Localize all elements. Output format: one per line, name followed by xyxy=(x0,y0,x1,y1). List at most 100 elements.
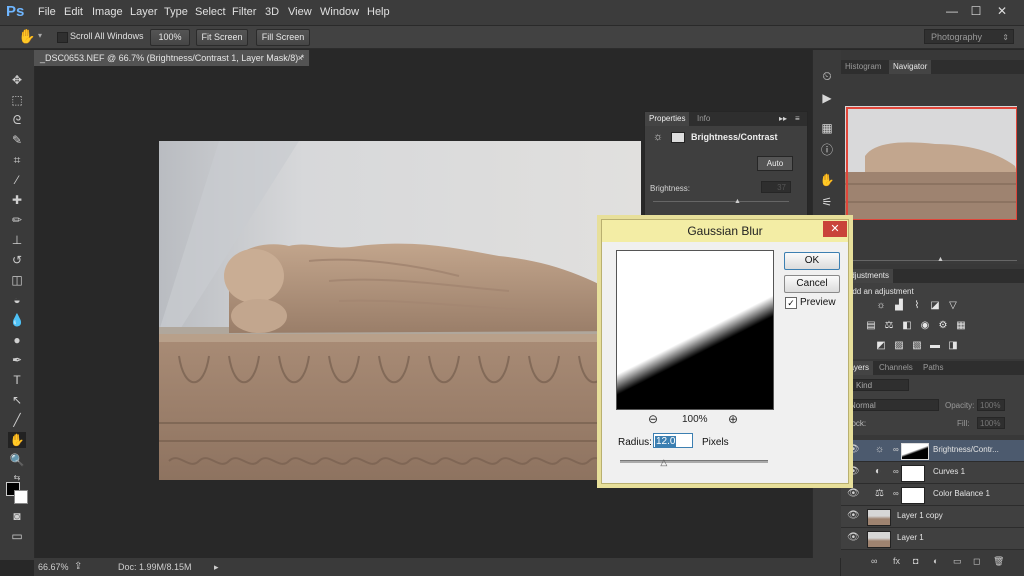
minimize-button[interactable]: — xyxy=(940,2,964,20)
threshold-adj-icon[interactable]: ▧ xyxy=(911,340,923,352)
lasso-tool-icon[interactable]: ᘓ xyxy=(8,112,26,128)
fx-icon[interactable]: fx xyxy=(893,556,900,566)
navigator-zoom-thumb[interactable]: ▲ xyxy=(937,256,944,263)
hand-tool-icon[interactable]: ✋ xyxy=(8,432,26,448)
workspace-select[interactable]: Photography ⇕ xyxy=(924,29,1014,44)
layer-mask-thumbnail[interactable] xyxy=(901,487,925,504)
new-group-icon[interactable]: ▭ xyxy=(953,556,962,567)
radius-slider-track[interactable] xyxy=(620,460,768,463)
tab-histogram[interactable]: Histogram xyxy=(841,60,885,74)
menu-file[interactable]: File xyxy=(38,6,56,18)
brush-icon[interactable]: ⚟ xyxy=(819,194,835,210)
exposure-adj-icon[interactable]: ◪ xyxy=(929,300,941,312)
screen-mode-icon[interactable]: ▭ xyxy=(8,528,26,544)
menu-edit[interactable]: Edit xyxy=(64,6,83,18)
menu-view[interactable]: View xyxy=(288,6,312,18)
navigator-zoom-slider[interactable] xyxy=(845,260,1017,261)
bw-adj-icon[interactable]: ◧ xyxy=(901,320,913,332)
brightness-slider-thumb[interactable]: ▲ xyxy=(734,198,741,205)
zoom-tool-icon[interactable]: 🔍 xyxy=(8,452,26,468)
crop-tool-icon[interactable]: ⌗ xyxy=(8,152,26,168)
navigator-thumbnail[interactable] xyxy=(845,106,1017,220)
blur-preview[interactable] xyxy=(616,250,774,410)
document-tab[interactable]: _DSC0653.NEF @ 66.7% (Brightness/Contras… xyxy=(34,50,310,66)
tool-preset-chevron-icon[interactable]: ▾ xyxy=(38,31,42,40)
opacity-input[interactable]: 100% xyxy=(977,399,1005,411)
fill-screen-button[interactable]: Fill Screen xyxy=(256,29,310,46)
panel-menu-icon[interactable]: ≡ xyxy=(795,114,800,123)
mask-link-icon[interactable]: ∞ xyxy=(893,467,899,476)
fill-input[interactable]: 100% xyxy=(977,417,1005,429)
tab-info[interactable]: Info xyxy=(693,112,714,126)
type-tool-icon[interactable]: T xyxy=(8,372,26,388)
channel-mixer-adj-icon[interactable]: ⚙ xyxy=(937,320,949,332)
hue-adj-icon[interactable]: ▤ xyxy=(865,320,877,332)
brush-presets-icon[interactable]: ✋ xyxy=(819,172,835,188)
healing-tool-icon[interactable]: ✚ xyxy=(8,192,26,208)
dialog-close-button[interactable]: ✕ xyxy=(823,221,847,237)
layer-row-curves[interactable]: 👁 ◐ ∞ Curves 1 xyxy=(841,462,1024,484)
curves-adj-icon[interactable]: ⌇ xyxy=(911,300,923,312)
menu-help[interactable]: Help xyxy=(367,6,390,18)
menu-layer[interactable]: Layer xyxy=(130,6,158,18)
layer-kind-filter[interactable]: Kind xyxy=(845,379,909,391)
layer-row-color-balance[interactable]: 👁 ⚖ ∞ Color Balance 1 xyxy=(841,484,1024,506)
layer-thumbnail[interactable] xyxy=(867,509,891,526)
menu-image[interactable]: Image xyxy=(92,6,123,18)
gradient-map-adj-icon[interactable]: ▬ xyxy=(929,340,941,352)
layer-mask-thumbnail[interactable] xyxy=(901,465,925,482)
blur-tool-icon[interactable]: 💧 xyxy=(8,312,26,328)
zoom-in-icon[interactable]: ⊕ xyxy=(728,412,738,426)
vibrance-adj-icon[interactable]: ▽ xyxy=(947,300,959,312)
layer-row-brightness[interactable]: 👁 ☼ ∞ Brightness/Contr... xyxy=(841,440,1024,462)
background-color-swatch[interactable] xyxy=(14,490,28,504)
eyedropper-tool-icon[interactable]: ⁄ xyxy=(8,172,26,188)
posterize-adj-icon[interactable]: ▨ xyxy=(893,340,905,352)
history-icon[interactable]: ⏲ xyxy=(819,68,835,84)
add-mask-icon[interactable]: ◘ xyxy=(913,556,918,566)
layer-mask-icon[interactable] xyxy=(671,132,685,143)
hand-tool-icon[interactable]: ✋ xyxy=(18,28,35,45)
link-layers-icon[interactable]: ∞ xyxy=(871,556,877,566)
history-brush-tool-icon[interactable]: ↺ xyxy=(8,252,26,268)
quick-select-tool-icon[interactable]: ✎ xyxy=(8,132,26,148)
trash-icon[interactable]: 🗑 xyxy=(993,556,1004,567)
clone-stamp-tool-icon[interactable]: ⊥ xyxy=(8,232,26,248)
status-arrow-icon[interactable]: ▸ xyxy=(214,558,219,576)
layer-row-layer1[interactable]: 👁 Layer 1 xyxy=(841,528,1024,550)
eraser-tool-icon[interactable]: ◫ xyxy=(8,272,26,288)
tab-navigator[interactable]: Navigator xyxy=(889,60,932,74)
brightness-input[interactable]: 37 xyxy=(761,181,791,193)
adjustments-icon[interactable]: ▦ xyxy=(819,120,835,136)
auto-button[interactable]: Auto xyxy=(757,156,793,171)
blend-mode-select[interactable]: Normal xyxy=(845,399,939,411)
path-select-tool-icon[interactable]: ↖ xyxy=(8,392,26,408)
zoom-out-icon[interactable]: ⊖ xyxy=(648,412,658,426)
color-balance-adj-icon[interactable]: ⚖ xyxy=(883,320,895,332)
panel-collapse-icon[interactable]: ▸▸ xyxy=(779,114,787,123)
tab-properties[interactable]: Properties xyxy=(645,112,690,126)
layer-row-layer1-copy[interactable]: 👁 Layer 1 copy xyxy=(841,506,1024,528)
photo-filter-adj-icon[interactable]: ◉ xyxy=(919,320,931,332)
actions-play-icon[interactable]: ▶ xyxy=(819,90,835,106)
visibility-eye-icon[interactable]: 👁 xyxy=(847,510,860,521)
document-image[interactable] xyxy=(159,141,641,480)
menu-filter[interactable]: Filter xyxy=(232,6,256,18)
radius-slider-thumb[interactable]: △ xyxy=(660,457,667,468)
marquee-tool-icon[interactable]: ⬚ xyxy=(8,92,26,108)
close-window-button[interactable]: ✕ xyxy=(990,2,1014,20)
zoom-100-button[interactable]: 100% xyxy=(150,29,190,46)
line-tool-icon[interactable]: ╱ xyxy=(8,412,26,428)
dodge-tool-icon[interactable]: ● xyxy=(8,332,26,348)
export-icon[interactable]: ⇪ xyxy=(74,558,82,576)
paint-bucket-tool-icon[interactable]: ◒ xyxy=(8,292,26,308)
brightness-adj-icon[interactable]: ☼ xyxy=(875,300,887,312)
brightness-slider-track[interactable] xyxy=(653,201,789,202)
layer-thumbnail[interactable] xyxy=(867,531,891,548)
info-icon[interactable]: ⓘ xyxy=(819,142,835,158)
ok-button[interactable]: OK xyxy=(784,252,840,270)
zoom-level[interactable]: 66.67% xyxy=(38,558,69,576)
radius-input[interactable]: 12.0 xyxy=(653,433,693,448)
scroll-all-windows-checkbox[interactable] xyxy=(57,32,68,43)
visibility-eye-icon[interactable]: 👁 xyxy=(847,532,860,543)
